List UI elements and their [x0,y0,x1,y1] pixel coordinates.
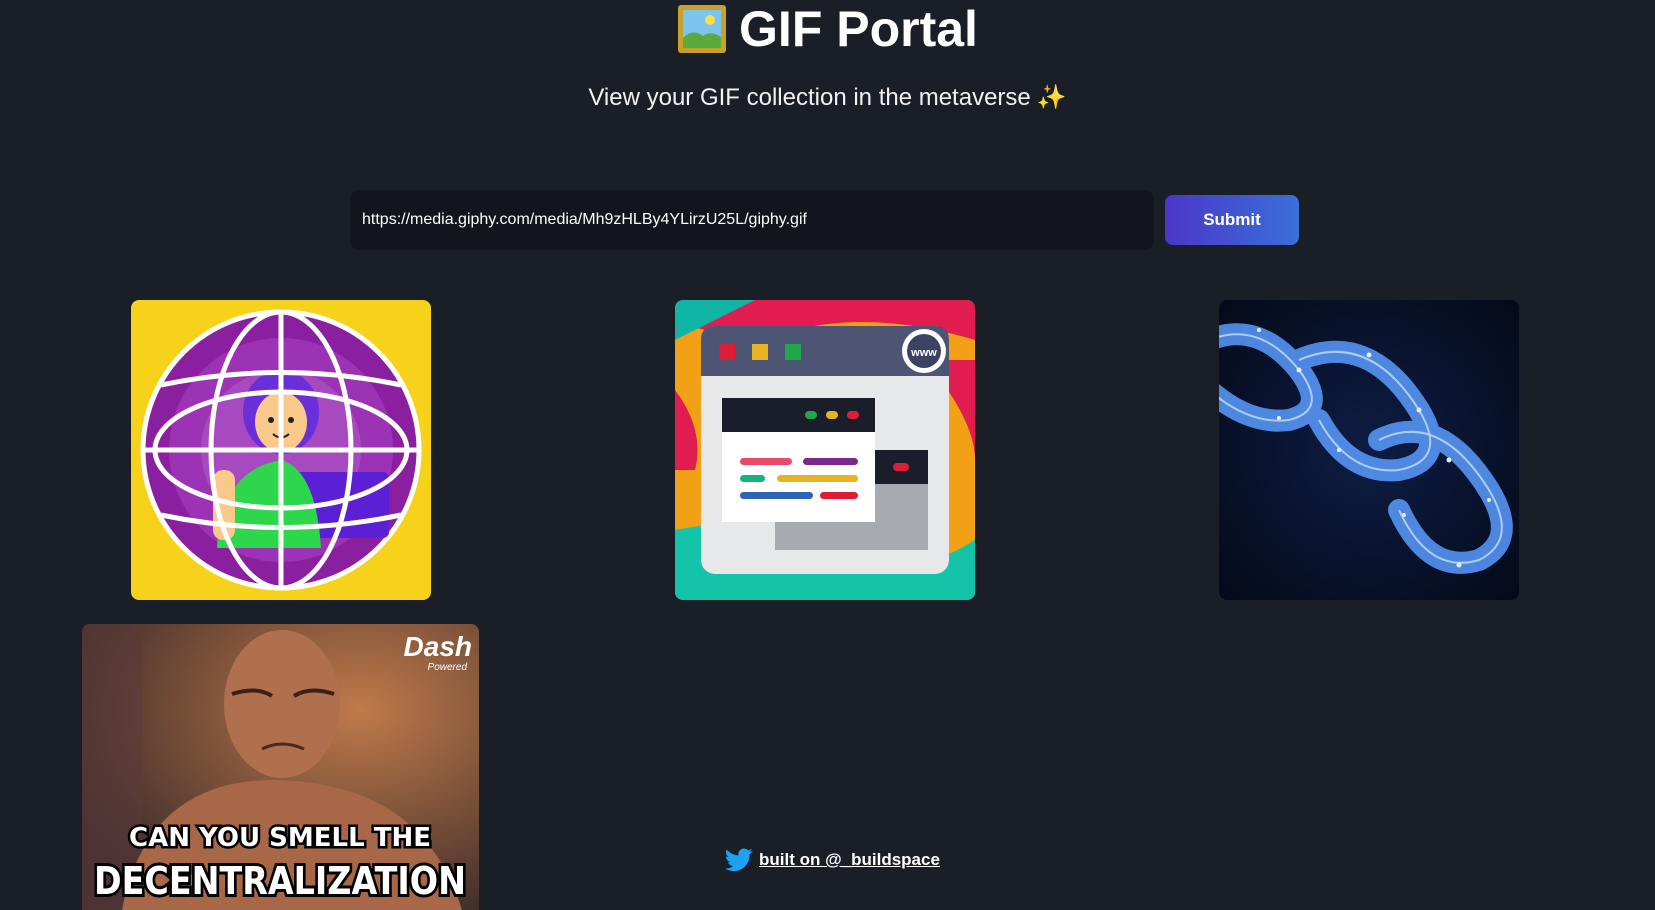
dash-watermark: Dash [404,631,472,662]
buildspace-link[interactable]: built on @_buildspace [759,850,940,870]
gif-url-input[interactable] [350,190,1154,250]
gif-image-meme: Dash Powered CAN YOU SMELL THE DECENTRAL… [82,624,479,910]
framed-picture-icon [678,5,727,53]
globe-woman-laptop-gif [131,300,431,600]
page: GIF Portal View your GIF collection in t… [0,0,1655,910]
rock-meme-gif: Dash Powered CAN YOU SMELL THE DECENTRAL… [82,624,479,910]
subtitle-text: View your GIF collection in the metavers… [588,84,1031,111]
browser-window-www-gif: www [675,300,975,600]
meme-caption-bottom: DECENTRALIZATION [94,859,466,903]
gif-image-browser: www [675,300,975,600]
page-title: GIF Portal [0,0,1655,58]
page-title-text: GIF Portal [739,1,978,57]
sparkles-icon: ✨ [1036,84,1067,111]
page-subtitle: View your GIF collection in the metavers… [0,82,1655,114]
twitter-bird-icon [725,848,753,872]
blue-chain-links-gif [1219,300,1519,600]
gif-image-chain [1219,300,1519,600]
svg-text:www: www [910,347,937,359]
meme-caption-top: CAN YOU SMELL THE [129,823,431,853]
submit-button[interactable]: Submit [1165,195,1299,245]
footer: built on @_buildspace [725,846,940,874]
gif-image-globe [131,300,431,600]
dash-watermark-sub: Powered [428,662,468,673]
